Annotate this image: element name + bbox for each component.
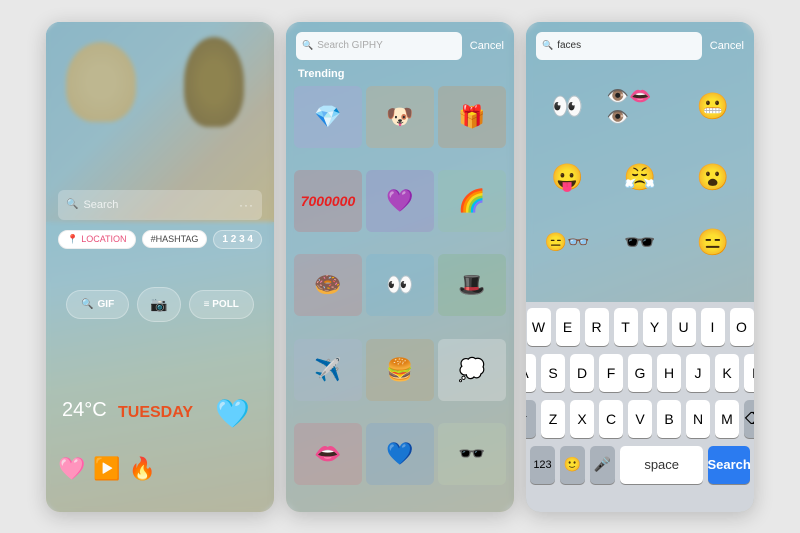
key-U[interactable]: U xyxy=(672,308,696,346)
gif-item[interactable]: 👄 xyxy=(294,423,362,485)
key-N[interactable]: N xyxy=(686,400,710,438)
heart-sticker: 🩵 xyxy=(215,397,250,430)
key-B[interactable]: B xyxy=(657,400,681,438)
faces-search-bar[interactable]: 🔍 faces xyxy=(536,32,702,60)
gif-item[interactable]: 🍩 xyxy=(294,254,362,316)
keyboard-row-3: ⇧ Z X C V B N M ⌫ xyxy=(530,400,750,438)
gif-grid: 💎 🐶 🎁 7000000 💜 🌈 🍩 👀 🎩 ✈️ 🍔 💭 👄 💙 🕶️ xyxy=(294,86,506,504)
key-A[interactable]: A xyxy=(526,354,536,392)
heart-pink-sticker: 🩷 xyxy=(58,456,85,482)
face-sticker[interactable]: 😮 xyxy=(679,148,746,207)
key-K[interactable]: K xyxy=(715,354,739,392)
camera-icon: 📷 xyxy=(150,296,167,313)
gif-item[interactable]: 💜 xyxy=(366,170,434,232)
key-T[interactable]: T xyxy=(614,308,638,346)
temperature-display: 24°C xyxy=(62,399,107,422)
search-placeholder: Search xyxy=(83,199,118,211)
key-S[interactable]: S xyxy=(541,354,565,392)
ios-keyboard: Q W E R T Y U I O P A S D F G H J K xyxy=(526,302,754,512)
giphy-header: 🔍 Search GIPHY Cancel xyxy=(296,32,504,60)
camera-button[interactable]: 📷 xyxy=(137,287,180,322)
key-O[interactable]: O xyxy=(730,308,754,346)
face-sticker[interactable]: 👁️👄👁️ xyxy=(607,72,674,142)
gif-item[interactable]: 💭 xyxy=(438,339,506,401)
gif-item[interactable]: 🍔 xyxy=(366,339,434,401)
countdown-sticker[interactable]: 1 2 3 4 xyxy=(213,230,262,249)
mic-key[interactable]: 🎤 xyxy=(590,446,615,484)
search-key[interactable]: Search xyxy=(708,446,750,484)
face-sticker[interactable]: 😛 xyxy=(534,148,601,207)
key-C[interactable]: C xyxy=(599,400,623,438)
keyboard-row-1: Q W E R T Y U I O P xyxy=(530,308,750,346)
search-bar[interactable]: 🔍 Search ··· xyxy=(58,190,262,220)
faces-header: 🔍 faces Cancel xyxy=(536,32,744,60)
gif-item[interactable]: 🎁 xyxy=(438,86,506,148)
gif-button[interactable]: 🔍 GIF xyxy=(66,290,129,319)
emoji-key[interactable]: 🙂 xyxy=(560,446,585,484)
shift-key[interactable]: ⇧ xyxy=(526,400,536,438)
delete-key[interactable]: ⌫ xyxy=(744,400,754,438)
gif-item[interactable]: 💎 xyxy=(294,86,362,148)
cancel-button[interactable]: Cancel xyxy=(710,40,744,52)
fire-sticker: 🔥 xyxy=(129,456,156,482)
key-E[interactable]: E xyxy=(556,308,580,346)
location-sticker[interactable]: 📍 LOCATION xyxy=(58,230,136,249)
youtube-sticker: ▶️ xyxy=(93,456,120,482)
key-V[interactable]: V xyxy=(628,400,652,438)
gif-item[interactable]: ✈️ xyxy=(294,339,362,401)
blur-overlay xyxy=(46,22,274,512)
face-sticker[interactable]: 👀 xyxy=(534,72,601,142)
key-H[interactable]: H xyxy=(657,354,681,392)
key-W[interactable]: W xyxy=(527,308,551,346)
gif-item[interactable]: 7000000 xyxy=(294,170,362,232)
gif-item[interactable]: 💙 xyxy=(366,423,434,485)
gif-item[interactable]: 🎩 xyxy=(438,254,506,316)
gif-item[interactable]: 👀 xyxy=(366,254,434,316)
search-icon: 🔍 xyxy=(302,40,313,51)
search-icon: 🔍 xyxy=(542,40,553,51)
face-sticker[interactable]: 😑 xyxy=(679,213,746,272)
more-options-icon: ··· xyxy=(239,198,254,212)
giphy-search-placeholder: Search GIPHY xyxy=(317,40,383,51)
faces-search-value: faces xyxy=(557,40,581,51)
key-L[interactable]: L xyxy=(744,354,754,392)
key-D[interactable]: D xyxy=(570,354,594,392)
key-Z[interactable]: Z xyxy=(541,400,565,438)
location-icon: 📍 xyxy=(67,234,78,245)
key-R[interactable]: R xyxy=(585,308,609,346)
space-key[interactable]: space xyxy=(620,446,703,484)
key-M[interactable]: M xyxy=(715,400,739,438)
gif-item[interactable]: 🕶️ xyxy=(438,423,506,485)
media-buttons-row: 🔍 GIF 📷 ≡ POLL xyxy=(58,287,262,322)
keyboard-row-2: A S D F G H J K L xyxy=(530,354,750,392)
search-icon: 🔍 xyxy=(66,199,78,210)
sticker-options-row: 📍 LOCATION #HASHTAG 1 2 3 4 xyxy=(58,230,262,249)
bottom-stickers-row: 🩷 ▶️ 🔥 xyxy=(58,456,156,482)
face-sticker[interactable]: 😑👓 xyxy=(534,213,601,272)
face-stickers-grid: 👀 👁️👄👁️ 😬 😛 😤 😮 😑👓 🕶️ 😑 xyxy=(534,72,746,272)
gif-item[interactable]: 🌈 xyxy=(438,170,506,232)
cancel-button[interactable]: Cancel xyxy=(470,40,504,52)
trending-label: Trending xyxy=(298,68,344,80)
gif-icon: 🔍 xyxy=(81,299,93,310)
keyboard-bottom-row: 123 🙂 🎤 space Search xyxy=(526,446,754,484)
key-J[interactable]: J xyxy=(686,354,710,392)
day-display: TUESDAY xyxy=(118,404,193,422)
screen-sticker-picker: 🔍 Search ··· 📍 LOCATION #HASHTAG 1 2 3 4… xyxy=(46,22,274,512)
key-G[interactable]: G xyxy=(628,354,652,392)
face-sticker[interactable]: 😬 xyxy=(679,72,746,142)
face-sticker[interactable]: 🕶️ xyxy=(607,213,674,272)
numbers-key[interactable]: 123 xyxy=(530,446,555,484)
key-X[interactable]: X xyxy=(570,400,594,438)
face-sticker[interactable]: 😤 xyxy=(607,148,674,207)
giphy-search-bar[interactable]: 🔍 Search GIPHY xyxy=(296,32,462,60)
hashtag-sticker[interactable]: #HASHTAG xyxy=(142,230,208,248)
screen-face-stickers: 🔍 faces Cancel 👀 👁️👄👁️ 😬 😛 😤 😮 😑👓 🕶️ 😑 Q… xyxy=(526,22,754,512)
key-F[interactable]: F xyxy=(599,354,623,392)
gif-item[interactable]: 🐶 xyxy=(366,86,434,148)
key-Y[interactable]: Y xyxy=(643,308,667,346)
key-I[interactable]: I xyxy=(701,308,725,346)
screen-giphy-browser: 🔍 Search GIPHY Cancel Trending 💎 🐶 🎁 700… xyxy=(286,22,514,512)
poll-button[interactable]: ≡ POLL xyxy=(189,290,254,319)
